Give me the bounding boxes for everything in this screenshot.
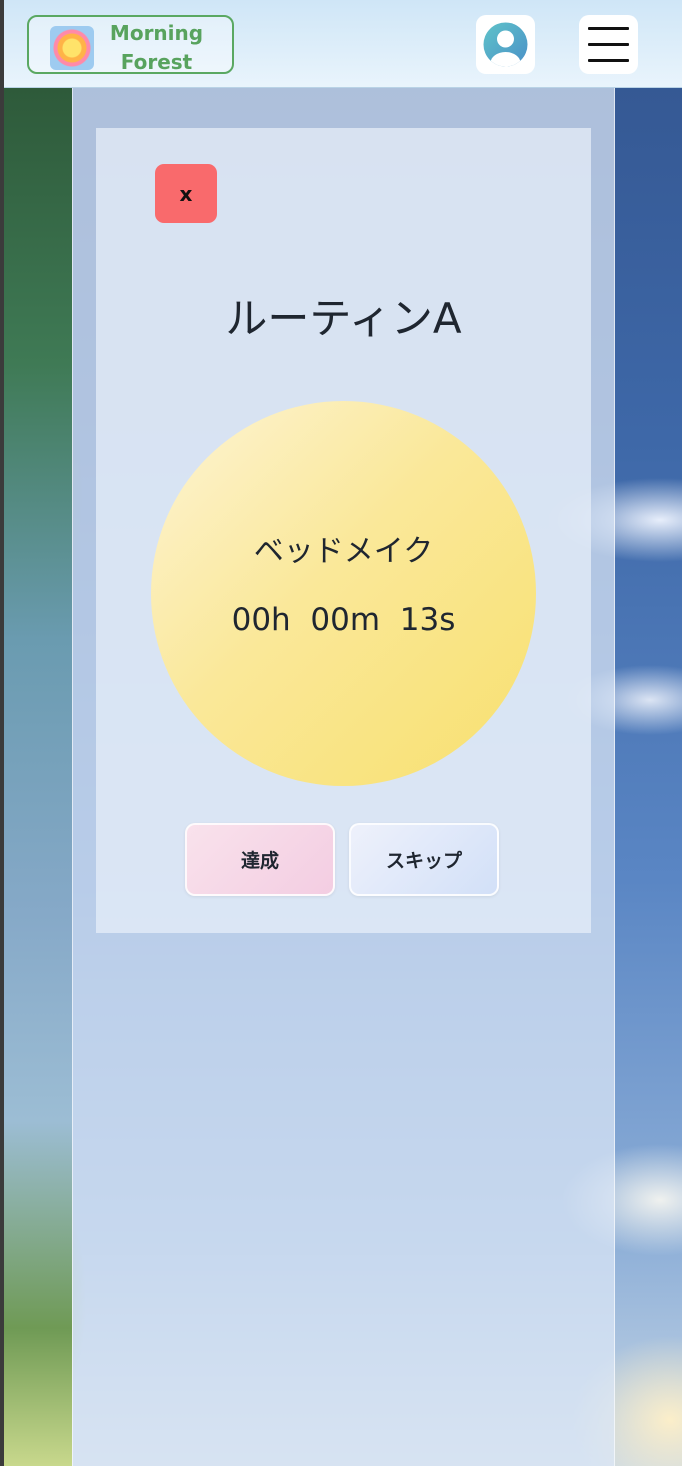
skip-button[interactable]: スキップ <box>349 823 499 896</box>
user-avatar-icon <box>483 22 528 67</box>
app-name: Morning Forest <box>99 19 214 77</box>
app-header: Morning Forest <box>4 0 682 88</box>
hamburger-menu-icon <box>588 43 629 46</box>
task-timer: 00h 00m 13s <box>231 602 456 638</box>
app-name-line2: Forest <box>120 50 193 74</box>
current-task-name: ベッドメイク <box>253 534 434 569</box>
background-foliage <box>0 88 72 1466</box>
sun-logo-icon <box>50 26 94 70</box>
task-timer-circle <box>151 401 536 786</box>
profile-button[interactable] <box>476 15 535 74</box>
close-button[interactable]: x <box>155 164 217 223</box>
hamburger-menu-button[interactable] <box>579 15 638 74</box>
hamburger-menu-icon <box>588 59 629 62</box>
app-name-line1: Morning <box>109 21 204 45</box>
window-edge <box>0 0 4 1466</box>
hamburger-menu-icon <box>588 27 629 30</box>
home-logo-link[interactable]: Morning Forest <box>27 15 234 74</box>
complete-button[interactable]: 達成 <box>185 823 335 896</box>
routine-title: ルーティンA <box>225 294 462 343</box>
